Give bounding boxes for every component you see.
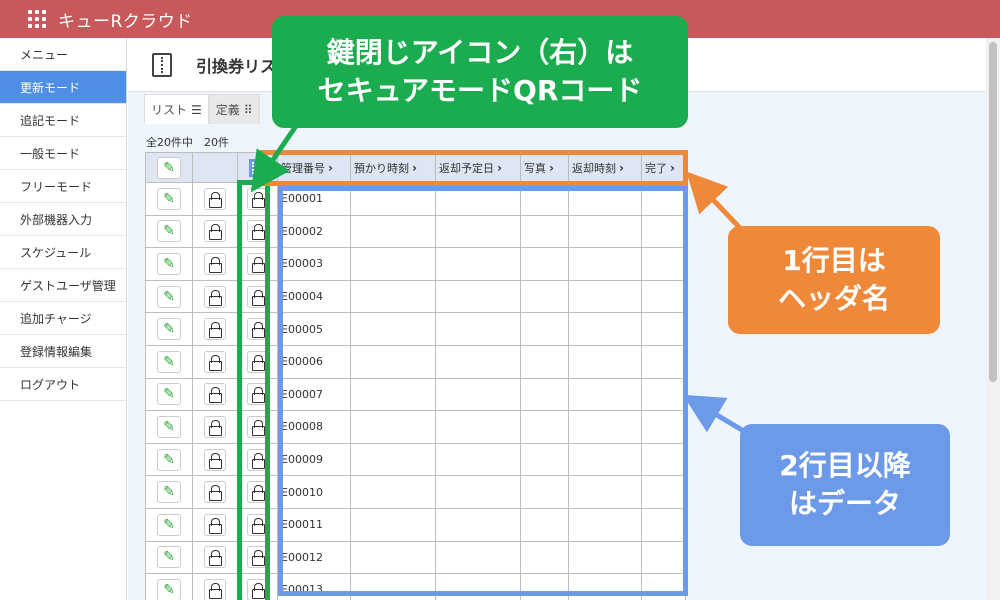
sidebar-item[interactable]: 一般モード [0,137,126,170]
pencil-icon[interactable]: ✎ [157,156,181,179]
pencil-icon[interactable]: ✎ [157,415,181,438]
lock-icon[interactable] [204,285,226,308]
grid-icon: ⠿ [243,102,253,117]
orange-callout: 1行目は ヘッダ名 [728,226,940,334]
lock-icon[interactable] [204,513,226,536]
lock-cell [192,377,238,412]
tab-list-label: リスト [151,103,188,117]
green-callout: 鍵閉じアイコン（右）は セキュアモードQRコード [272,16,688,128]
pencil-icon[interactable]: ✎ [157,383,181,406]
sidebar-item[interactable]: 登録情報編集 [0,335,126,368]
lock-cell [192,182,238,216]
tab-definition[interactable]: 定義 ⠿ [208,94,260,124]
lock-icon[interactable] [204,187,226,210]
edit-cell: ✎ [145,442,193,477]
lock-icon[interactable] [204,383,226,406]
edit-cell: ✎ [145,475,193,509]
lock-icon[interactable] [204,318,226,341]
pencil-icon[interactable]: ✎ [157,350,181,373]
pencil-icon[interactable]: ✎ [157,318,181,341]
lock-icon[interactable] [204,415,226,438]
lock-icon[interactable] [204,546,226,569]
pencil-icon[interactable]: ✎ [157,220,181,243]
record-count: 全20件中 20件 [146,136,229,149]
header-edit-cell: ✎ [145,152,193,183]
sidebar: メニュー 更新モード 追記モード 一般モード フリーモード 外部機器入力 スケジュール ゲスト… [0,38,127,600]
sidebar-item[interactable]: ログアウト [0,368,126,401]
qr-column-highlight [237,180,270,600]
pencil-icon[interactable]: ✎ [157,481,181,504]
sidebar-item[interactable]: ゲストユーザ管理 [0,269,126,302]
lock-cell [192,573,238,600]
sidebar-item[interactable]: 外部機器入力 [0,203,126,236]
book-icon [152,52,172,77]
lock-cell [192,247,238,281]
pencil-icon[interactable]: ✎ [157,285,181,308]
edit-cell: ✎ [145,344,193,379]
sidebar-item[interactable]: フリーモード [0,170,126,203]
lock-cell [192,442,238,477]
lock-icon[interactable] [204,481,226,504]
sidebar-item[interactable]: スケジュール [0,236,126,269]
green-callout-line1: 鍵閉じアイコン（右）は [326,36,634,70]
header-blank-cell [192,152,238,183]
lock-cell [192,214,238,249]
lock-icon[interactable] [204,220,226,243]
pencil-icon[interactable]: ✎ [157,546,181,569]
edit-cell: ✎ [145,182,193,216]
lock-icon[interactable] [204,252,226,275]
lock-icon[interactable] [204,578,226,600]
blue-callout: 2行目以降 はデータ [740,424,950,546]
apps-grid-icon[interactable] [28,10,46,28]
edit-cell: ✎ [145,279,193,314]
edit-cell: ✎ [145,377,193,412]
pencil-icon[interactable]: ✎ [157,252,181,275]
lock-cell [192,540,238,575]
app-title: キューRクラウド [58,11,193,32]
list-icon: ☰ [191,102,202,117]
data-rows-highlight [278,186,688,596]
pencil-icon[interactable]: ✎ [157,513,181,536]
lock-cell [192,410,238,444]
sidebar-item[interactable]: メニュー [0,38,126,71]
edit-cell: ✎ [145,312,193,346]
pencil-icon[interactable]: ✎ [157,187,181,210]
pencil-icon[interactable]: ✎ [157,448,181,471]
edit-cell: ✎ [145,507,193,542]
edit-cell: ✎ [145,573,193,600]
lock-cell [192,344,238,379]
lock-icon[interactable] [204,448,226,471]
orange-callout-line2: ヘッダ名 [777,282,890,315]
lock-icon[interactable] [204,350,226,373]
header-row-highlight [260,150,688,186]
edit-cell: ✎ [145,214,193,249]
scroll-thumb[interactable] [989,42,997,382]
lock-cell [192,279,238,314]
sidebar-item[interactable]: 追加チャージ [0,302,126,335]
tab-list[interactable]: リスト ☰ [144,94,209,124]
pencil-icon[interactable]: ✎ [157,578,181,600]
lock-cell [192,312,238,346]
lock-cell [192,475,238,509]
green-callout-line2: セキュアモードQRコード [317,74,643,107]
edit-cell: ✎ [145,410,193,444]
page-title: 引換券リス [196,56,277,76]
tab-definition-label: 定義 [215,103,240,117]
sidebar-item[interactable]: 追記モード [0,104,126,137]
sidebar-item[interactable]: 更新モード [0,71,126,104]
blue-callout-line1: 2行目以降 [779,449,911,483]
lock-cell [192,507,238,542]
blue-callout-line2: はデータ [788,487,901,520]
edit-cell: ✎ [145,247,193,281]
orange-callout-line1: 1行目は [782,244,886,278]
page-scrollbar[interactable] [986,38,1000,600]
edit-cell: ✎ [145,540,193,575]
view-tabs: リスト ☰ 定義 ⠿ [144,94,260,124]
